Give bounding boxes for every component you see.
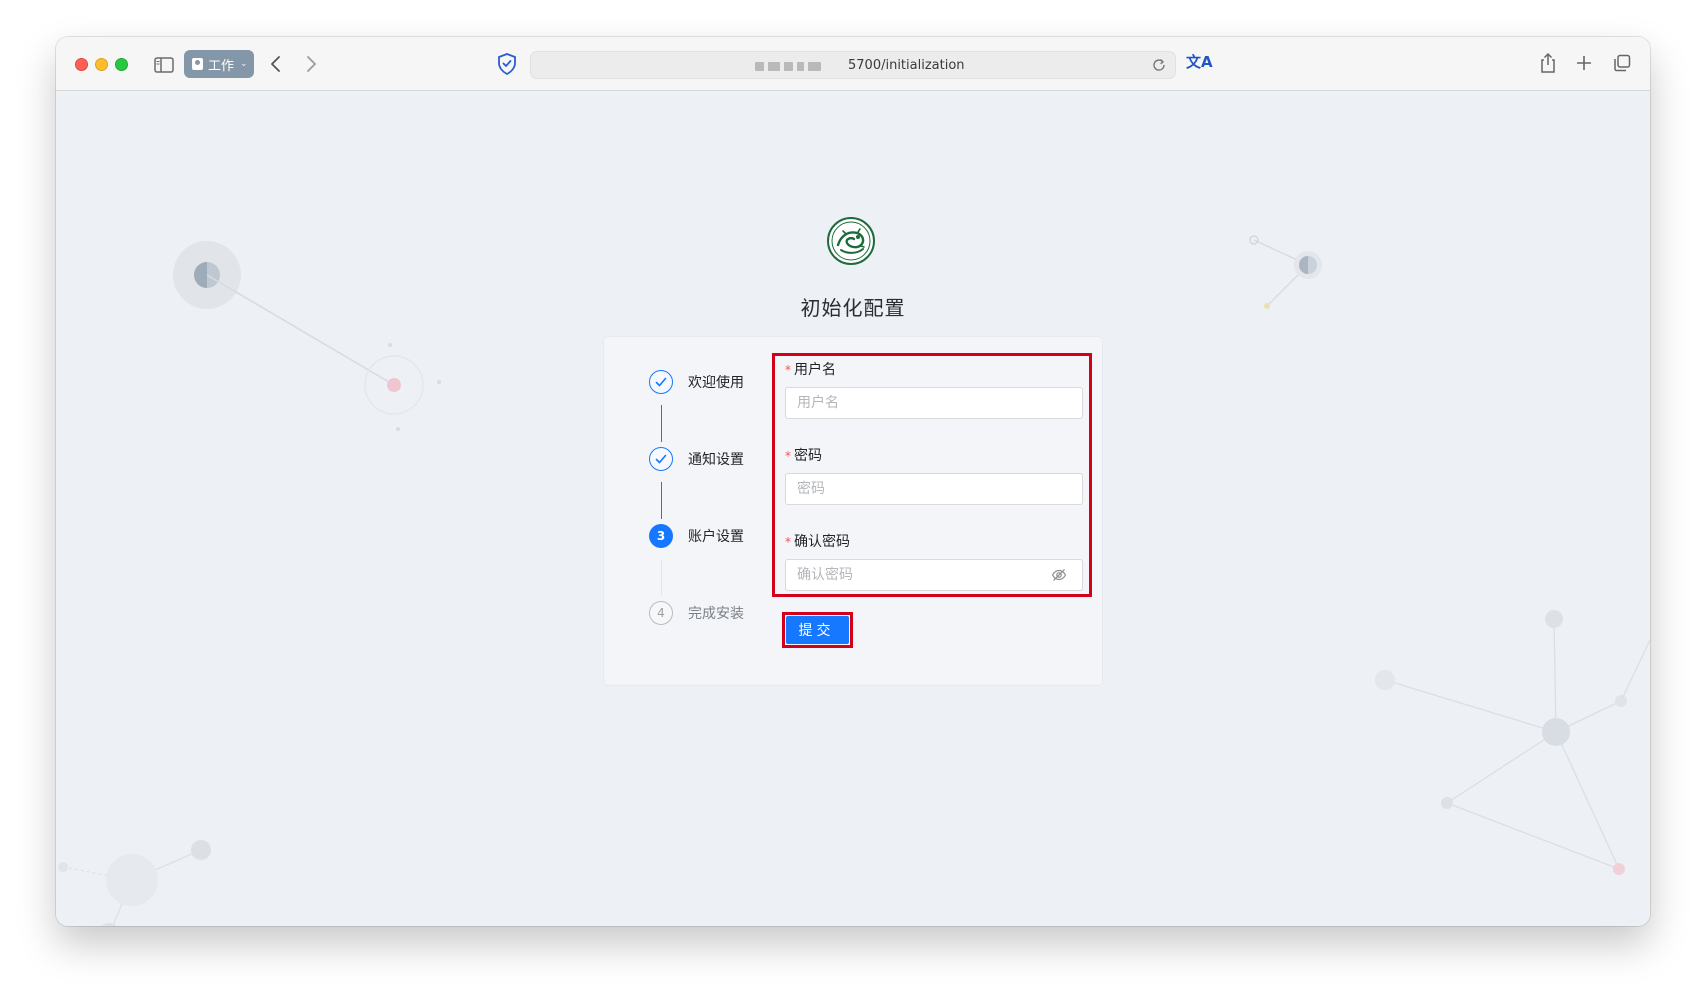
username-label-text: 用户名	[794, 362, 836, 378]
step-label: 欢迎使用	[688, 375, 744, 391]
close-window-button[interactable]	[75, 58, 88, 71]
translate-icon[interactable]: 文A	[1186, 51, 1213, 72]
username-label: * 用户名	[785, 359, 836, 379]
browser-toolbar: 工作 ⌄ 5700/initialization 文A	[56, 37, 1650, 91]
url-text: 5700/initialization	[848, 58, 965, 73]
share-icon[interactable]	[1538, 51, 1558, 75]
step-account: 3 账户设置	[649, 524, 744, 548]
required-mark: *	[785, 449, 791, 463]
required-mark: *	[785, 535, 791, 549]
address-bar[interactable]: 5700/initialization	[530, 51, 1176, 79]
confirm-password-label: * 确认密码	[785, 531, 850, 551]
browser-window: 工作 ⌄ 5700/initialization 文A 初始化配置 欢迎使用 通…	[56, 37, 1650, 926]
submit-button[interactable]: 提交	[786, 616, 849, 644]
chevron-down-icon: ⌄	[240, 59, 248, 69]
step-number: 4	[649, 601, 673, 625]
step-finish: 4 完成安装	[649, 601, 744, 625]
profile-icon	[192, 58, 203, 70]
page-content: 初始化配置 欢迎使用 通知设置 3 账户设置 4 完成安装 * 用户名 用户名 …	[56, 92, 1650, 926]
password-input[interactable]	[785, 473, 1083, 505]
privacy-shield-icon[interactable]	[496, 52, 518, 76]
reload-icon[interactable]	[1151, 57, 1167, 73]
account-form: *用户名 *密码 *确认密码	[772, 353, 1092, 597]
step-number: 3	[649, 524, 673, 548]
page-title: 初始化配置	[800, 296, 906, 320]
step-label: 通知设置	[688, 452, 744, 468]
password-label: * 密码	[785, 445, 822, 465]
step-connector	[661, 559, 662, 596]
sidebar-toggle-icon[interactable]	[153, 54, 175, 76]
required-mark: *	[785, 363, 791, 377]
new-tab-icon[interactable]	[1574, 53, 1594, 73]
check-icon	[649, 447, 673, 471]
step-connector	[661, 482, 662, 519]
username-input[interactable]	[785, 387, 1083, 419]
tab-group-label: 工作	[208, 58, 235, 74]
step-welcome: 欢迎使用	[649, 370, 744, 394]
step-label: 完成安装	[688, 606, 744, 622]
check-icon	[649, 370, 673, 394]
confirm-password-input[interactable]	[785, 559, 1083, 591]
step-connector	[661, 405, 662, 442]
redacted-host	[755, 62, 821, 71]
minimize-window-button[interactable]	[95, 58, 108, 71]
app-logo	[827, 217, 875, 265]
zoom-window-button[interactable]	[115, 58, 128, 71]
step-label: 账户设置	[688, 529, 744, 545]
confirm-password-wrapper	[775, 559, 1089, 591]
back-icon[interactable]	[266, 53, 286, 75]
eye-hidden-icon[interactable]	[1051, 567, 1067, 583]
tab-group-button[interactable]: 工作 ⌄	[184, 50, 254, 78]
password-label-text: 密码	[794, 448, 822, 464]
step-notification: 通知设置	[649, 447, 744, 471]
submit-highlight: 提交	[782, 612, 853, 648]
tab-overview-icon[interactable]	[1612, 53, 1632, 73]
confirm-password-label-text: 确认密码	[794, 534, 850, 550]
forward-icon[interactable]	[301, 53, 321, 75]
setup-card: 欢迎使用 通知设置 3 账户设置 4 完成安装 * 用户名 用户名 * 密码 *…	[604, 337, 1102, 685]
